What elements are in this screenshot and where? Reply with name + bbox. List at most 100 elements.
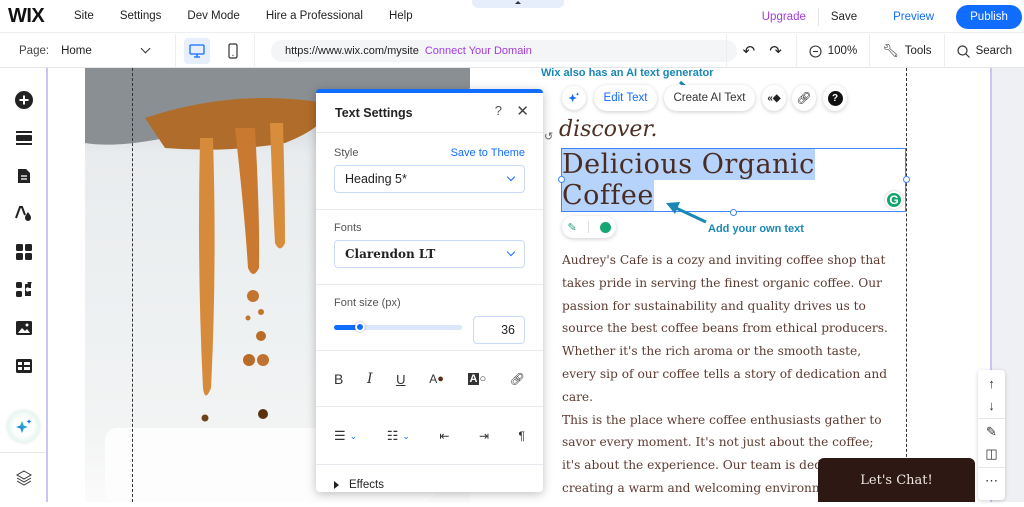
wix-logo[interactable]: WIX	[8, 5, 74, 28]
cms-button[interactable]	[14, 356, 34, 376]
lightbulb-icon[interactable]	[599, 221, 611, 233]
zoom-level: 100%	[827, 45, 858, 57]
link-button[interactable]: 🔗︎	[792, 85, 816, 111]
bullet-list-icon: ☷	[386, 428, 399, 443]
desktop-icon	[189, 43, 205, 58]
layers-button[interactable]	[14, 468, 34, 488]
add-elements-button[interactable]	[14, 90, 34, 110]
publish-button[interactable]: Publish	[956, 4, 1022, 29]
help-icon[interactable]: ?	[495, 103, 502, 118]
layout-icon[interactable]: ◫	[978, 443, 1005, 465]
italic-button[interactable]: I	[367, 371, 373, 387]
decrease-indent-icon[interactable]: ⇤	[439, 429, 449, 443]
style-dropdown[interactable]: Heading 5*	[334, 165, 525, 193]
connect-domain-link[interactable]: Connect Your Domain	[425, 45, 532, 57]
undo-icon[interactable]: ↶	[743, 42, 756, 60]
device-switcher	[176, 33, 255, 68]
underline-button[interactable]: U	[396, 372, 405, 387]
zoom-control[interactable]: 100%	[795, 34, 869, 68]
annotation-own-text: Add your own text	[708, 223, 804, 235]
chevron-down-icon	[140, 43, 151, 54]
font-size-input[interactable]: 36	[473, 316, 525, 344]
font-dropdown[interactable]: Clarendon LT	[334, 240, 525, 268]
divider	[0, 452, 46, 453]
sections-button[interactable]	[14, 128, 34, 148]
table-icon	[16, 359, 32, 373]
link-icon[interactable]: 🔗︎	[510, 372, 525, 386]
site-design-button[interactable]	[14, 204, 34, 224]
page-label: Page:	[19, 44, 50, 57]
sparkle-icon	[568, 92, 580, 103]
search-label: Search	[975, 45, 1012, 57]
menu-help[interactable]: Help	[389, 10, 413, 22]
increase-indent-icon[interactable]: ⇥	[479, 429, 489, 443]
pages-button[interactable]	[14, 166, 34, 186]
menu-settings[interactable]: Settings	[120, 10, 162, 22]
lets-chat-button[interactable]: Let's Chat!	[818, 458, 975, 502]
edit-text-button[interactable]: Edit Text	[594, 85, 657, 111]
mobile-view-button[interactable]	[220, 38, 246, 64]
theme-icon	[15, 206, 31, 221]
resize-handle-left[interactable]	[558, 176, 565, 183]
text-direction-icon[interactable]: ¶	[519, 429, 525, 443]
highlight-drop-icon: ○	[479, 373, 487, 385]
editor-toolbar: Page: Home https://www.wix.com/mysite Co…	[0, 33, 1024, 68]
close-icon[interactable]: ✕	[516, 102, 529, 120]
media-button[interactable]	[14, 318, 34, 338]
grid-icon	[16, 244, 32, 260]
text-color-button[interactable]: A ●	[429, 372, 444, 386]
effects-label: Effects	[349, 479, 384, 491]
align-left-icon: ☰	[334, 428, 346, 443]
ai-mini-toolbar: ✎	[562, 216, 616, 238]
collapse-toolbar-button[interactable]	[472, 0, 564, 8]
resize-handle-bottom[interactable]	[730, 209, 737, 216]
wrench-icon: 🔧︎	[882, 43, 899, 58]
desktop-view-button[interactable]	[184, 37, 210, 64]
ai-assistant-button[interactable]	[7, 410, 40, 443]
redo-icon[interactable]: ↷	[769, 42, 782, 60]
slider-handle[interactable]	[354, 322, 365, 332]
create-ai-text-button[interactable]: Create AI Text	[664, 85, 755, 111]
tools-button[interactable]: 🔧︎ Tools	[869, 34, 943, 68]
site-tagline[interactable]: discover.	[559, 117, 658, 142]
apps-button[interactable]	[14, 242, 34, 262]
ai-sparkle-button[interactable]	[562, 86, 586, 110]
menu-hire-professional[interactable]: Hire a Professional	[266, 10, 363, 22]
preview-button[interactable]: Preview	[869, 11, 944, 23]
menu-dev-mode[interactable]: Dev Mode	[187, 10, 239, 22]
bullets-dropdown[interactable]: ☷ ⌄	[387, 428, 410, 444]
highlight-color-button[interactable]: A ○	[467, 373, 487, 385]
menu-site[interactable]: Site	[74, 10, 94, 22]
puzzle-icon	[15, 282, 31, 297]
site-url-bar[interactable]: https://www.wix.com/mysite Connect Your …	[271, 39, 737, 62]
style-value: Heading 5*	[345, 172, 407, 186]
rotate-handle-icon[interactable]: ↺	[544, 130, 553, 143]
upgrade-link[interactable]: Upgrade	[750, 11, 818, 23]
bold-button[interactable]: B	[334, 371, 343, 387]
chevron-down-icon: ⌄	[349, 430, 358, 441]
animation-icon: «◆	[767, 92, 781, 104]
zoom-out-icon	[809, 44, 822, 58]
ai-pencil-icon[interactable]: ✎	[567, 221, 576, 234]
heading-line-2: Coffee	[562, 180, 654, 211]
move-down-icon[interactable]: ↓	[978, 394, 1005, 416]
more-icon[interactable]: ⋯	[978, 470, 1005, 492]
resize-handle-right[interactable]	[903, 176, 910, 183]
page-selector[interactable]: Page: Home	[0, 33, 176, 68]
image-icon	[16, 321, 32, 335]
save-to-theme-link[interactable]: Save to Theme	[451, 147, 525, 159]
effects-toggle[interactable]: Effects	[316, 465, 543, 492]
annotation-arrow-left	[666, 202, 707, 224]
business-apps-button[interactable]	[14, 280, 34, 300]
help-button[interactable]: ?	[823, 85, 847, 111]
grammarly-icon[interactable]: G	[885, 191, 903, 209]
search-button[interactable]: Search	[943, 34, 1024, 68]
edit-pencil-icon[interactable]: ✎	[978, 421, 1005, 443]
help-icon: ?	[827, 90, 843, 106]
chevron-down-icon	[506, 247, 516, 257]
alignment-dropdown[interactable]: ☰ ⌄	[334, 428, 357, 444]
move-up-icon[interactable]: ↑	[978, 372, 1005, 394]
save-button[interactable]: Save	[819, 11, 869, 23]
animation-button[interactable]: «◆	[762, 85, 786, 111]
sparkle-icon	[15, 418, 31, 433]
